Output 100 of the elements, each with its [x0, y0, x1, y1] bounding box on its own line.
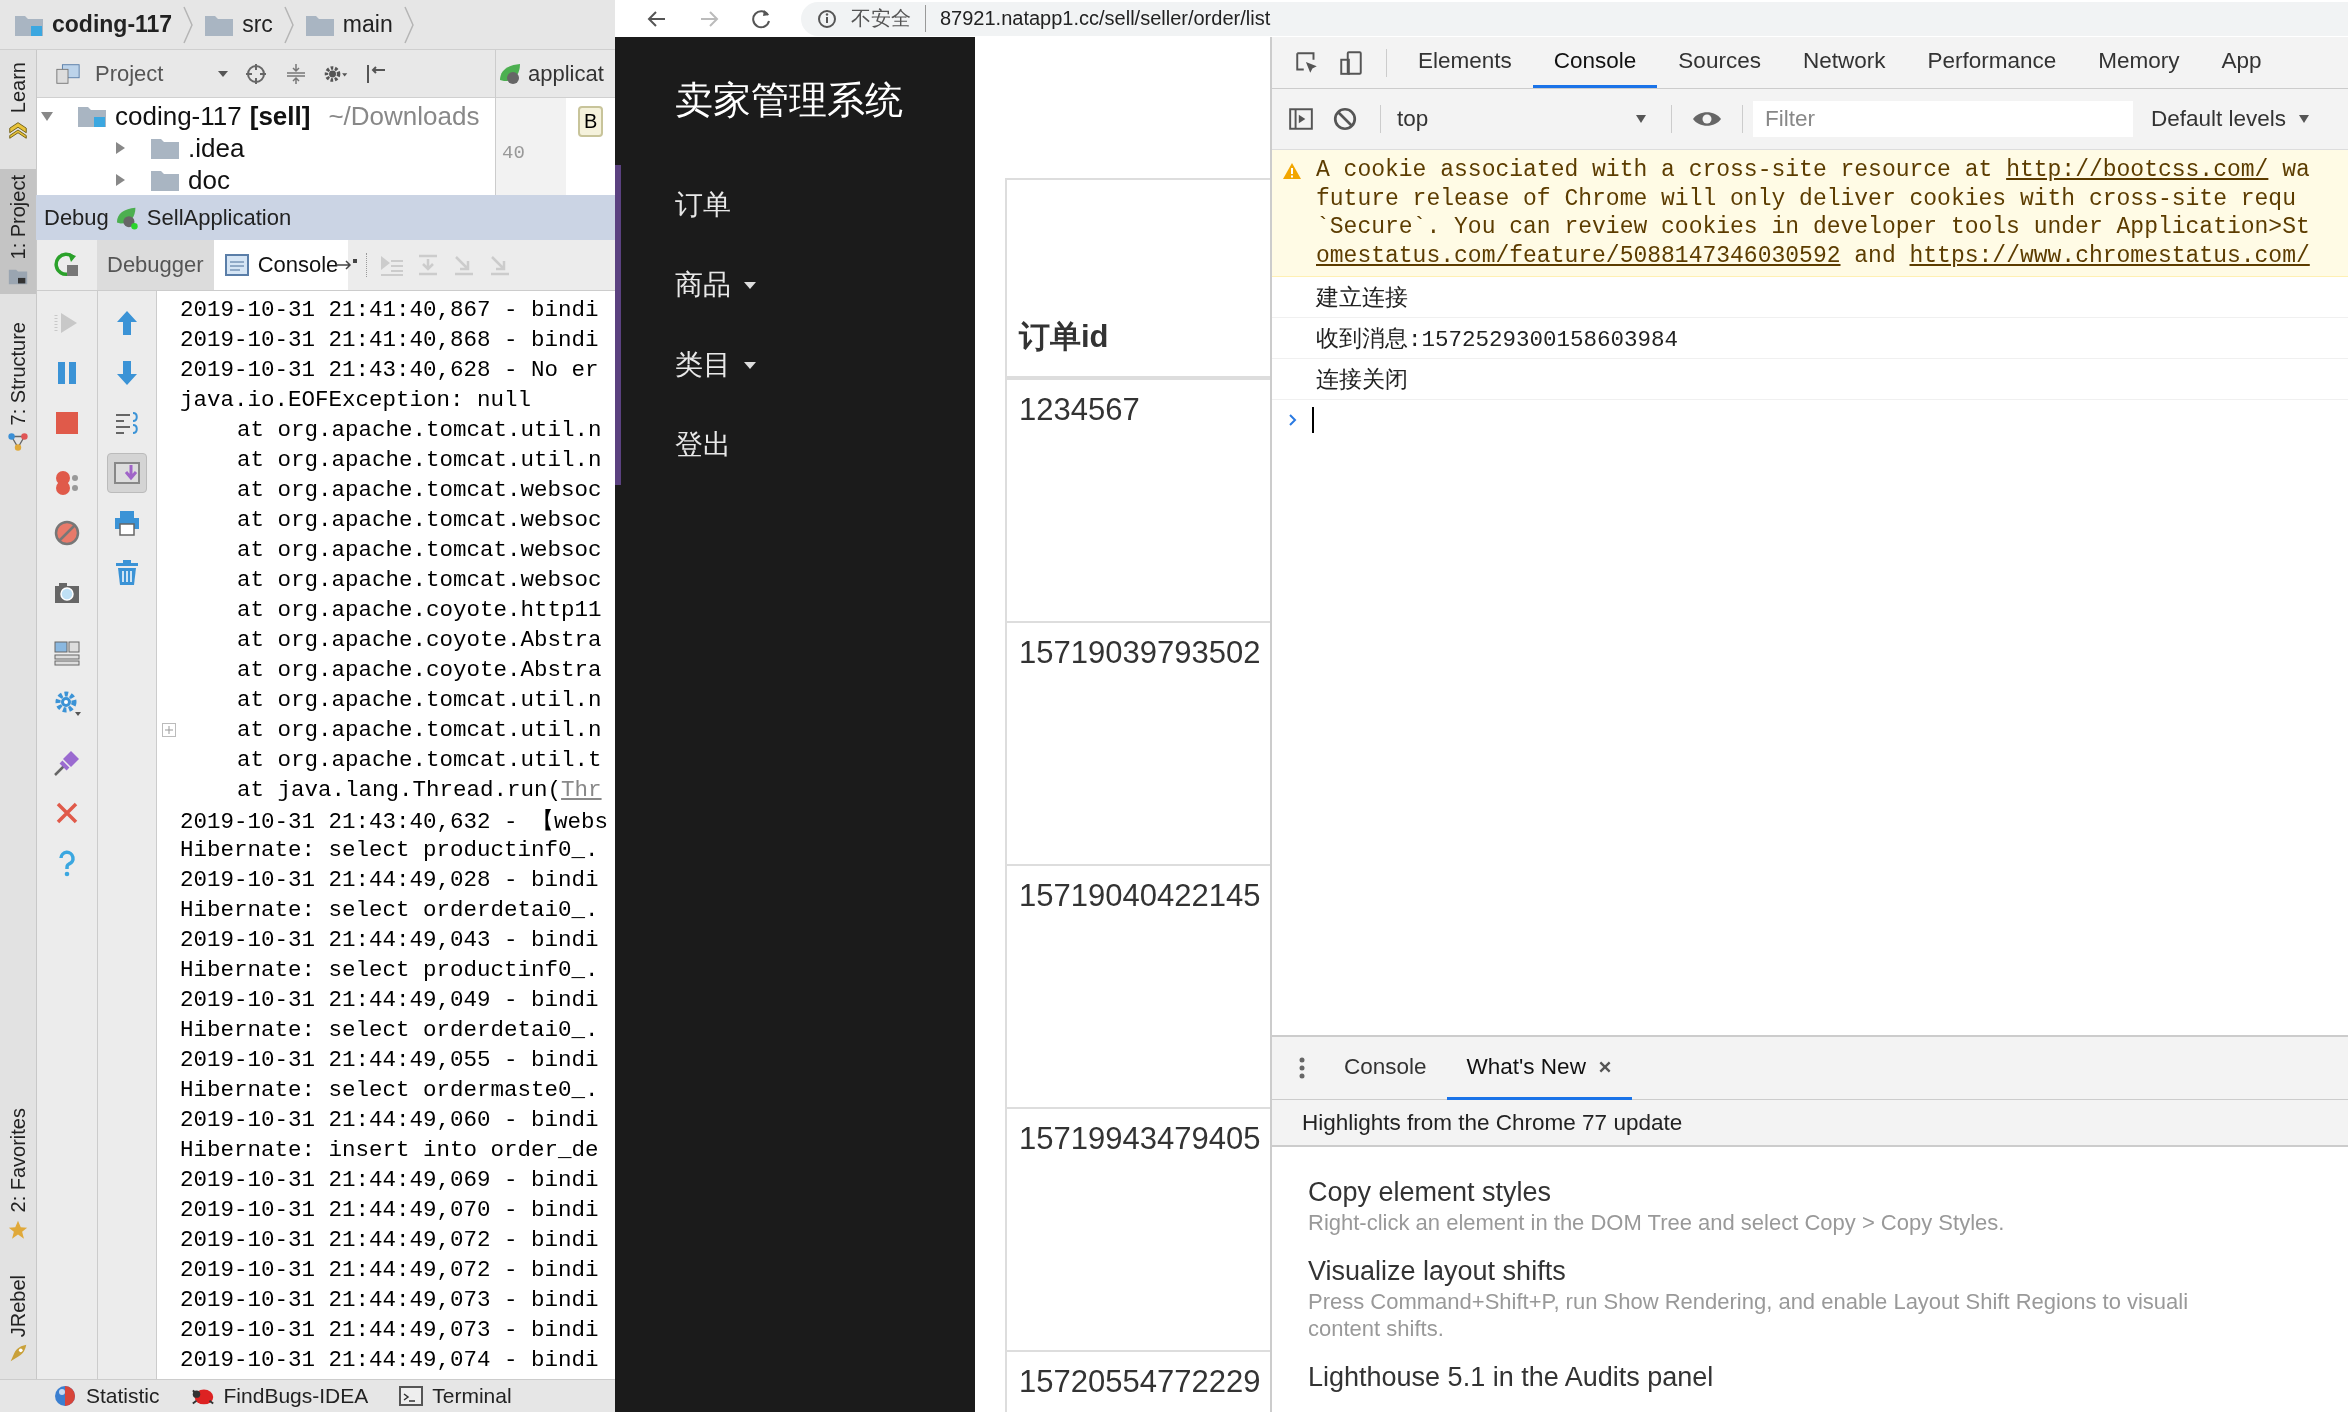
eye-icon[interactable] [1692, 109, 1722, 129]
log-line: 2019-10-31 21:44:49,072 - bindi [180, 1257, 599, 1283]
chevron-separator-icon [282, 4, 295, 45]
devtools-tab[interactable]: Network [1781, 37, 1907, 88]
folder-name: .idea [188, 132, 245, 164]
leaf-icon [114, 205, 141, 230]
devtools-tab[interactable]: Elements [1397, 37, 1533, 88]
url-link[interactable]: http://bootcss.com/ [2006, 157, 2269, 183]
settings-icon[interactable] [53, 689, 81, 717]
log-line: Hibernate: insert into order_de [180, 1137, 599, 1163]
info-icon[interactable] [817, 8, 837, 29]
log-line: 2019-10-31 21:44:49,043 - bindi [180, 927, 599, 953]
log-line: 2019-10-31 21:44:49,073 - bindi [180, 1287, 599, 1313]
print-icon[interactable] [113, 509, 141, 537]
mute-breakpoints-icon[interactable] [53, 519, 81, 547]
devtools-tab[interactable]: App [2200, 37, 2283, 88]
tree-item[interactable]: doc [37, 164, 495, 195]
feature-title[interactable]: Visualize layout shifts [1308, 1254, 2348, 1288]
log-line: 2019-10-31 21:44:49,049 - bindi [180, 987, 599, 1013]
panel-subtitle: Highlights from the Chrome 77 update [1302, 1109, 1683, 1136]
source-link[interactable]: Thr [561, 777, 602, 803]
tool-window-button[interactable]: 1: Project [0, 169, 36, 294]
drawer-tab[interactable]: Console [1324, 1036, 1447, 1100]
nav-item[interactable]: 类目 [675, 325, 757, 405]
log-line: Hibernate: select productinf0_. [180, 957, 599, 983]
debug-title: Debug [44, 204, 109, 231]
devtools-tab[interactable]: Sources [1657, 37, 1782, 88]
log-line: at org.apache.tomcat.websoc [236, 537, 602, 563]
log-line: 2019-10-31 21:44:49,074 - bindi [180, 1347, 599, 1373]
feature-title[interactable]: Lighthouse 5.1 in the Audits panel [1308, 1360, 2348, 1394]
clear-console-icon[interactable] [1332, 106, 1358, 132]
module-label: [sell] [249, 100, 311, 132]
stop-icon[interactable] [53, 409, 81, 437]
devtools-tab[interactable]: Memory [2077, 37, 2201, 88]
crosshair-icon[interactable] [243, 61, 269, 86]
run-configuration[interactable]: SellApplication [146, 204, 292, 231]
rerun-icon[interactable] [53, 251, 81, 279]
scroll-to-end-icon [113, 459, 141, 487]
editor-tab[interactable]: applicat [496, 50, 615, 98]
log-line: 2019-10-31 21:44:49,069 - bindi [180, 1167, 599, 1193]
fold-icon[interactable] [161, 723, 176, 737]
trash-icon[interactable] [113, 559, 141, 587]
more-options-icon[interactable] [1298, 1056, 1306, 1080]
log-line: 2019-10-31 21:44:49,070 - bindi [180, 1197, 599, 1223]
debug-tab[interactable]: Debugger [97, 240, 214, 290]
tool-window-button[interactable]: 7: Structure [0, 315, 36, 460]
context-selector[interactable]: top [1391, 106, 1661, 132]
tree-item[interactable]: .idea [37, 132, 495, 164]
feature-title[interactable]: Copy element styles [1308, 1175, 2348, 1209]
log-line: at org.apache.tomcat.util.n [236, 687, 602, 713]
log-levels-dropdown[interactable]: Default levels [2151, 106, 2311, 132]
nav-item[interactable]: 登出 [675, 405, 731, 485]
nav-item[interactable]: 订单 [675, 165, 731, 245]
tool-window-button[interactable]: 2: Favorites [0, 1102, 36, 1247]
table-cell: 15720554772229 [1019, 1364, 1261, 1399]
pin-icon[interactable] [53, 749, 81, 777]
breadcrumb-item[interactable]: coding-117 [14, 11, 173, 38]
tree-item[interactable]: coding-117 [sell] ~/Downloads [37, 100, 495, 132]
log-line: at java.lang.Thread.run(Thr [236, 777, 602, 803]
prompt-chevron-icon [1288, 413, 1298, 427]
address-bar[interactable]: 不安全 87921.natapp1.cc/sell/seller/order/list [801, 1, 2348, 36]
layout-icon[interactable] [53, 639, 81, 667]
sidebar-toggle-icon[interactable] [1288, 106, 1314, 132]
folder-icon [77, 104, 107, 128]
project-view-selector[interactable]: Project [95, 60, 203, 87]
soft-wrap-icon[interactable] [113, 409, 141, 437]
devtools-tab[interactable]: Performance [1906, 37, 2078, 88]
editor-button[interactable]: B [578, 106, 604, 137]
log-line: at org.apache.tomcat.websoc [236, 477, 602, 503]
project-view-icon [55, 61, 81, 86]
chevron-separator-icon [182, 4, 195, 45]
security-label: 不安全 [851, 5, 926, 32]
log-line: 2019-10-31 21:44:49,072 - bindi [180, 1227, 599, 1253]
warning-icon [1282, 162, 1302, 180]
column-header: 订单id [1019, 318, 1109, 356]
url-link[interactable]: omestatus.com/feature/5088147346030592 [1316, 242, 1841, 269]
close-icon[interactable] [1597, 1059, 1612, 1074]
feature-description: Press Command+Shift+P, run Show Rendering, and enable Layout Shift Regions to visuali content shifts. [1308, 1288, 2190, 1342]
line-number: 40 [502, 142, 525, 164]
log-line: 2019-10-31 21:43:40,628 - No er [180, 357, 599, 383]
nav-item[interactable]: 商品 [675, 245, 757, 325]
tool-window-button[interactable]: Statistic [52, 1384, 160, 1408]
url-link[interactable]: https://www.chromestatus.com/ [1909, 242, 2310, 269]
breakpoints-icon[interactable] [53, 469, 81, 497]
log-line: at org.apache.tomcat.websoc [236, 567, 602, 593]
breadcrumb-item[interactable]: main [304, 11, 393, 38]
tool-window-button[interactable]: Learn [0, 56, 36, 148]
log-line: 2019-10-31 21:41:40,868 - bindi [180, 327, 599, 353]
filter-field[interactable]: Filter [1753, 101, 2133, 137]
scroll-to-end-button[interactable] [107, 453, 147, 493]
device-toolbar-icon[interactable] [1338, 49, 1364, 76]
tool-window-button[interactable]: FindBugs-IDEA [189, 1384, 369, 1408]
module-path: ~/Downloads [328, 100, 480, 132]
folder-icon [150, 136, 180, 160]
breadcrumb-item[interactable]: src [204, 11, 273, 38]
debug-tab[interactable]: Console [213, 240, 349, 290]
log-line: at org.apache.tomcat.util.n [236, 717, 602, 743]
tool-window-button[interactable]: JRebel [0, 1268, 36, 1371]
tool-window-button[interactable]: Terminal [398, 1384, 512, 1408]
log-line: at org.apache.coyote.http11 [236, 597, 602, 623]
